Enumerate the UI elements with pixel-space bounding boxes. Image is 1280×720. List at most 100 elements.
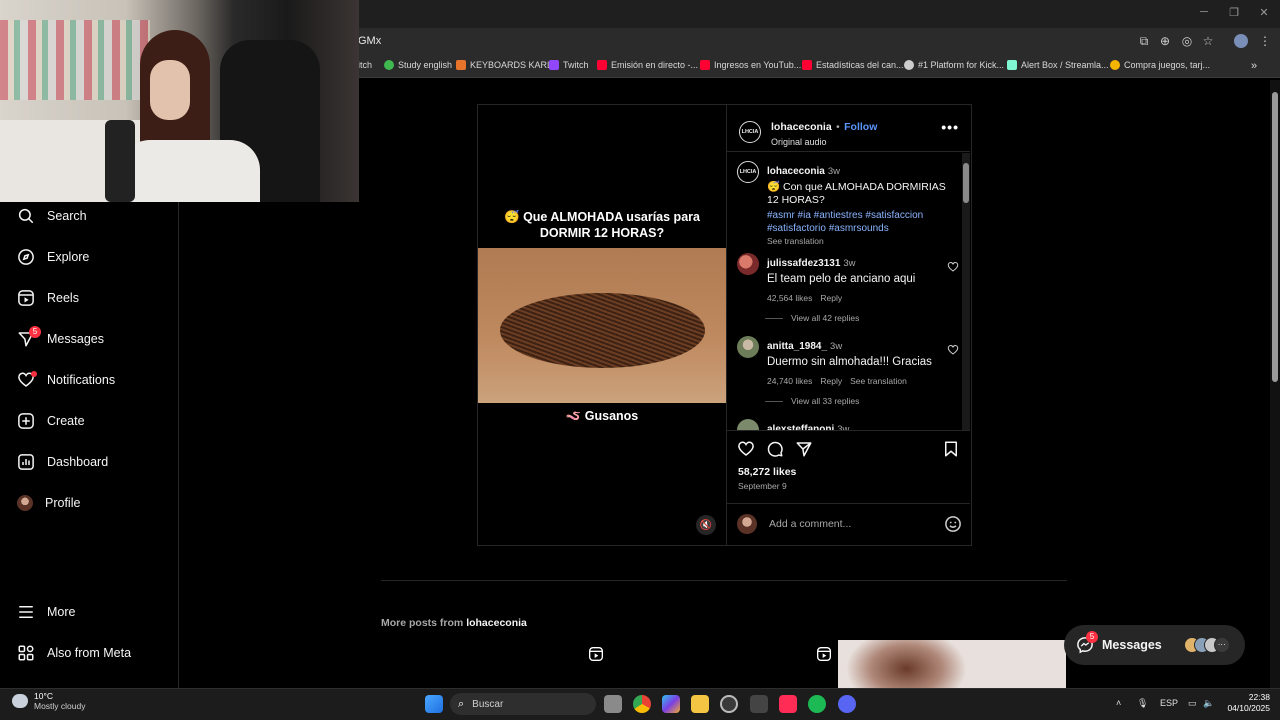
sidebar-item-more[interactable]: More — [17, 602, 75, 622]
mute-button[interactable]: 🔇 — [696, 515, 716, 535]
comment-username[interactable]: julissafdez3131 — [767, 258, 840, 269]
more-posts-heading: More posts from lohaceconia — [381, 617, 527, 629]
post-likes-count[interactable]: 58,272 likes — [738, 466, 796, 478]
weather-widget[interactable]: 10°C Mostly cloudy — [12, 691, 86, 711]
bookmark-item[interactable]: Emisión en directo -... — [597, 60, 698, 70]
more-posts-username[interactable]: lohaceconia — [466, 617, 527, 629]
like-heart-icon[interactable] — [737, 440, 755, 458]
spotify-icon[interactable] — [808, 695, 826, 713]
sidebar-item-messages[interactable]: 5 Messages — [17, 326, 104, 349]
see-translation-link[interactable]: See translation — [850, 376, 907, 386]
sidebar-item-label: Dashboard — [47, 455, 109, 469]
bookmark-item[interactable]: Estadísticas del can... — [802, 60, 904, 70]
page-scrollbar[interactable] — [1270, 80, 1280, 688]
follow-button[interactable]: Follow — [844, 121, 877, 133]
bookmark-item[interactable]: itch — [358, 60, 372, 70]
notification-dot — [31, 371, 37, 377]
sidebar-item-also-from-meta[interactable]: Also from Meta — [17, 643, 131, 663]
comments-scrollbar[interactable] — [962, 153, 970, 430]
comment-username[interactable]: lohaceconia — [767, 166, 825, 177]
network-icon[interactable]: ▭ — [1188, 698, 1197, 709]
sidebar-item-create[interactable]: Create — [17, 411, 85, 431]
commenter-avatar[interactable] — [737, 253, 759, 275]
bookmark-item[interactable]: Compra juegos, tarj... — [1110, 60, 1210, 70]
bookmarks-overflow-icon[interactable]: » — [1251, 60, 1257, 72]
tray-overflow-icon[interactable]: ˄ — [1116, 698, 1121, 708]
commenter-avatar[interactable] — [737, 336, 759, 358]
audio-label[interactable]: Original audio — [771, 137, 877, 147]
share-send-icon[interactable] — [795, 440, 813, 458]
comment-bubble-icon[interactable] — [766, 440, 784, 458]
post-username[interactable]: lohaceconia — [771, 121, 832, 133]
bookmark-save-icon[interactable] — [942, 440, 960, 458]
cloud-icon — [12, 694, 28, 708]
taskbar-search[interactable]: ⌕ Buscar — [450, 693, 596, 715]
system-clock[interactable]: 22:38 04/10/2025 — [1224, 692, 1270, 714]
windows-start-icon[interactable] — [425, 695, 443, 713]
account-avatar[interactable]: LHCIA — [739, 121, 761, 143]
post-actions — [737, 440, 962, 460]
add-comment-field[interactable]: Add a comment... — [737, 513, 962, 535]
account-avatar[interactable]: LHCIA — [737, 161, 759, 183]
browser-menu-icon[interactable]: ⋮ — [1257, 34, 1273, 48]
task-view-icon[interactable] — [604, 695, 622, 713]
scrollbar-thumb[interactable] — [963, 163, 969, 203]
reply-link[interactable]: Reply — [820, 376, 842, 386]
post-thumbnail[interactable] — [838, 640, 1066, 688]
messages-floating-button[interactable]: 5 Messages ··· — [1064, 625, 1245, 665]
minimize-button[interactable]: ─ — [1189, 6, 1219, 18]
microphone-icon[interactable]: 🎙 — [1137, 698, 1148, 709]
bookmark-item[interactable]: Alert Box / Streamla... — [1007, 60, 1109, 70]
page-scrollbar-thumb[interactable] — [1272, 92, 1278, 382]
zoom-icon[interactable]: ⊕ — [1157, 34, 1173, 48]
bookmark-item[interactable]: Ingresos en YouTub... — [700, 60, 801, 70]
url-text[interactable]: GMx — [358, 35, 381, 47]
more-contacts-icon: ··· — [1213, 637, 1230, 653]
see-translation-link[interactable]: See translation — [767, 236, 953, 246]
volume-icon[interactable]: 🔈 — [1203, 698, 1214, 709]
capcut-icon[interactable] — [779, 695, 797, 713]
obs-icon[interactable] — [720, 695, 738, 713]
compass-icon — [18, 249, 34, 265]
eye-off-icon[interactable]: ◎ — [1179, 34, 1195, 48]
star-icon[interactable]: ☆ — [1200, 34, 1216, 48]
close-window-button[interactable]: ✕ — [1249, 6, 1279, 19]
bookmark-item[interactable]: KEYBOARDS KARLI — [456, 60, 555, 70]
like-comment-heart-icon[interactable] — [947, 344, 959, 356]
sidebar-item-reels[interactable]: Reels — [17, 288, 79, 308]
reply-link[interactable]: Reply — [820, 293, 842, 303]
comment-item: alexsteffanoni 3w — [737, 419, 957, 430]
sidebar-item-dashboard[interactable]: Dashboard — [17, 452, 108, 472]
app-icon[interactable] — [750, 695, 768, 713]
like-comment-heart-icon[interactable] — [947, 261, 959, 273]
copilot-icon[interactable] — [662, 695, 680, 713]
discord-icon[interactable] — [838, 695, 856, 713]
comment-input-placeholder[interactable]: Add a comment... — [769, 518, 851, 530]
chrome-icon[interactable] — [633, 695, 651, 713]
comment-likes[interactable]: 42,564 likes — [767, 293, 812, 303]
comment-username[interactable]: anitta_1984_ — [767, 341, 827, 352]
commenter-avatar[interactable] — [737, 419, 759, 430]
sidebar-item-profile[interactable]: Profile — [17, 493, 80, 513]
bookmark-item[interactable]: #1 Platform for Kick... — [904, 60, 1004, 70]
browser-profile-avatar[interactable] — [1234, 34, 1248, 48]
post-media[interactable]: 😴 Que ALMOHADA usarías para DORMIR 12 HO… — [478, 105, 726, 545]
view-replies-link[interactable]: View all 42 replies — [765, 313, 859, 323]
view-replies-link[interactable]: View all 33 replies — [765, 396, 859, 406]
comment-likes[interactable]: 24,740 likes — [767, 376, 812, 386]
more-options-icon[interactable]: ••• — [941, 119, 959, 135]
emoji-icon[interactable] — [944, 515, 962, 533]
maximize-button[interactable]: ❐ — [1219, 6, 1249, 19]
caption-hashtags[interactable]: #asmr #ia #antiestres #satisfaccion #sat… — [767, 209, 953, 235]
bookmark-item[interactable]: Twitch — [549, 60, 589, 70]
divider — [727, 430, 970, 431]
sidebar-item-search[interactable]: Search — [17, 206, 87, 226]
file-explorer-icon[interactable] — [691, 695, 709, 713]
divider — [727, 503, 970, 504]
bookmark-item[interactable]: Study english — [384, 60, 452, 70]
sidebar-item-label: Explore — [47, 250, 90, 264]
cast-icon[interactable]: ⧉ — [1136, 34, 1152, 49]
sidebar-item-notifications[interactable]: Notifications — [17, 370, 115, 390]
sidebar-item-explore[interactable]: Explore — [17, 247, 89, 267]
input-language[interactable]: ESP — [1160, 698, 1178, 708]
